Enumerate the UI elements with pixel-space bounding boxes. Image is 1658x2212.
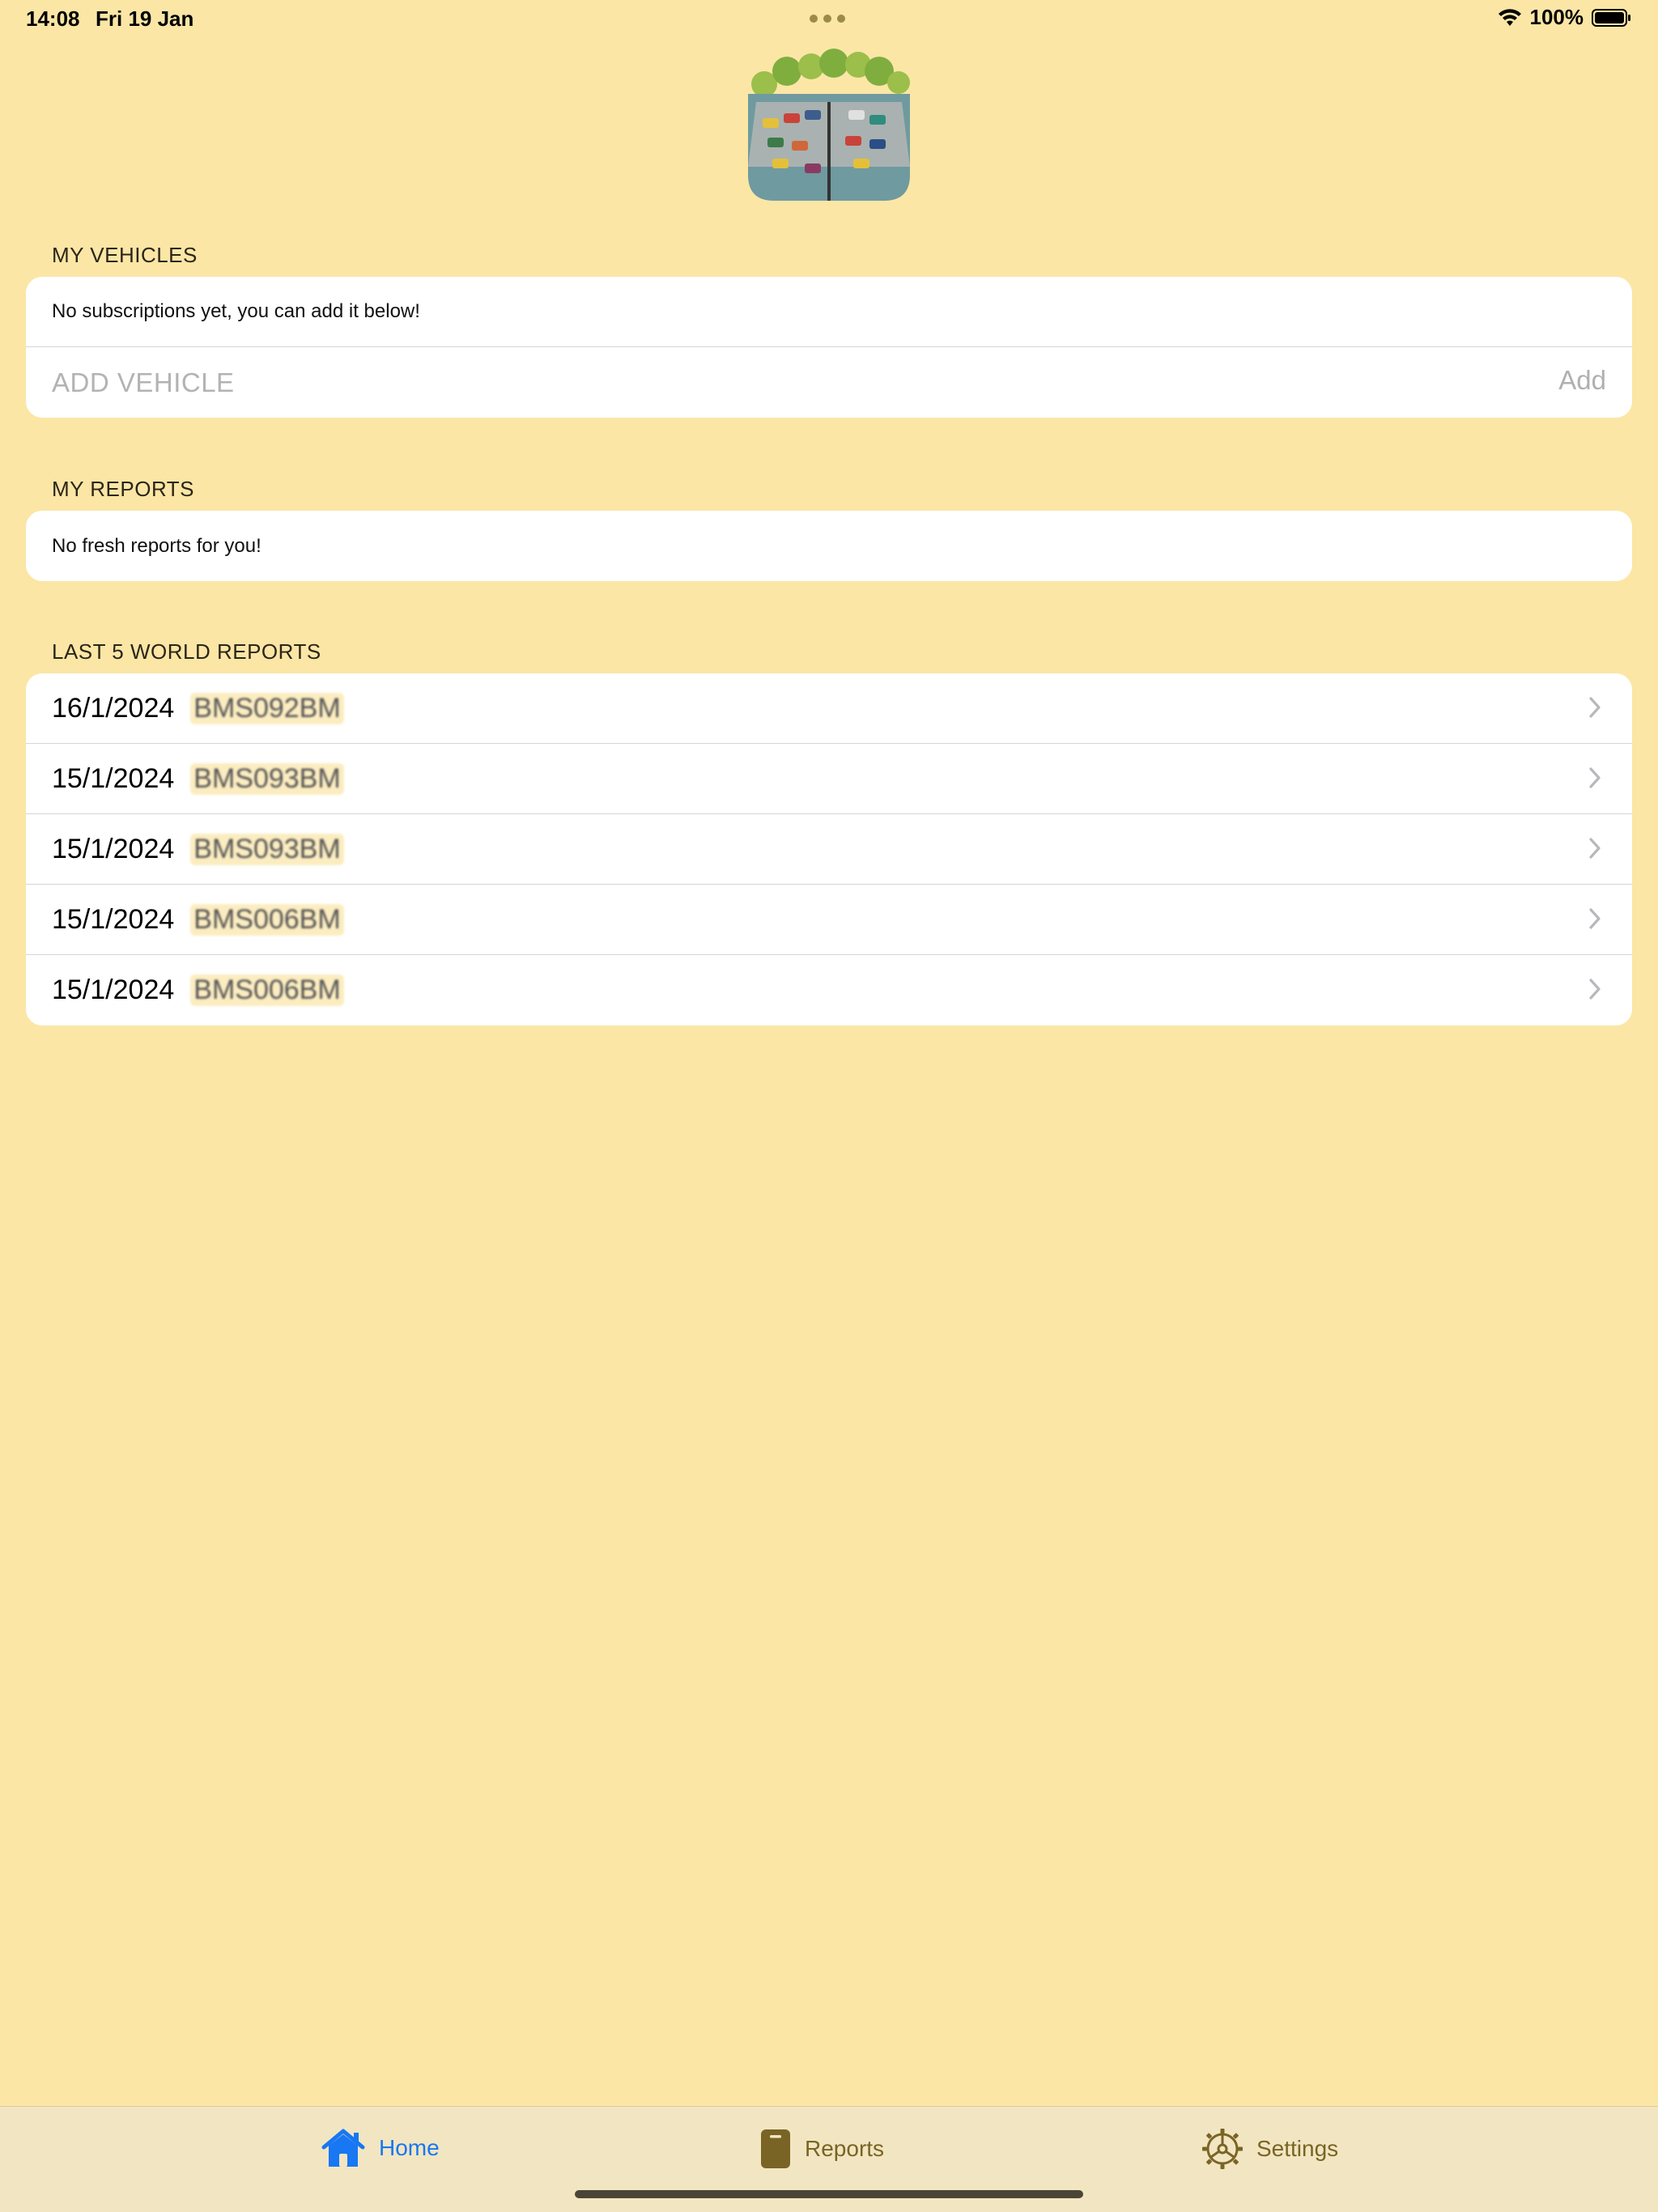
clipboard-icon <box>759 2128 792 2170</box>
reports-empty-message: No fresh reports for you! <box>52 534 261 557</box>
tab-reports-label: Reports <box>805 2136 885 2161</box>
tab-home-label: Home <box>379 2135 440 2160</box>
multitasking-dots-icon[interactable] <box>810 15 845 23</box>
report-date: 15/1/2024 <box>52 833 175 864</box>
status-date: Fri 19 Jan <box>96 6 194 31</box>
battery-percentage: 100% <box>1529 5 1584 29</box>
report-plate: BMS006BM <box>190 903 344 936</box>
battery-icon <box>1592 8 1632 28</box>
gear-icon <box>1201 2128 1244 2170</box>
tab-reports[interactable]: Reports <box>759 2128 884 2170</box>
add-vehicle-input[interactable]: ADD VEHICLE <box>52 367 235 398</box>
world-reports-header: LAST 5 WORLD REPORTS <box>52 639 321 664</box>
report-date: 15/1/2024 <box>52 903 175 935</box>
status-time: 14:08 <box>26 6 80 31</box>
report-plate: BMS092BM <box>190 692 344 724</box>
world-report-row[interactable]: 15/1/2024 BMS093BM <box>26 814 1632 885</box>
report-date: 16/1/2024 <box>52 692 175 724</box>
my-vehicles-card: No subscriptions yet, you can add it bel… <box>26 277 1632 418</box>
chevron-right-icon <box>1588 696 1601 723</box>
my-vehicles-header: MY VEHICLES <box>52 243 198 267</box>
my-reports-header: MY REPORTS <box>52 477 194 501</box>
chevron-right-icon <box>1588 978 1601 1004</box>
vehicles-empty-message: No subscriptions yet, you can add it bel… <box>52 300 420 322</box>
report-plate: BMS093BM <box>190 762 344 795</box>
report-date: 15/1/2024 <box>52 974 175 1005</box>
house-icon <box>321 2128 366 2168</box>
chevron-right-icon <box>1588 907 1601 934</box>
world-reports-card: 16/1/2024 BMS092BM 15/1/2024 BMS093BM 15… <box>26 673 1632 1025</box>
status-bar: 14:08 Fri 19 Jan 100% <box>0 0 1658 39</box>
chevron-right-icon <box>1588 837 1601 864</box>
reports-empty-row: No fresh reports for you! <box>26 511 1632 581</box>
add-vehicle-button[interactable]: Add <box>1558 365 1606 396</box>
app-logo <box>748 45 910 201</box>
report-plate: BMS006BM <box>190 974 344 1006</box>
world-report-row[interactable]: 15/1/2024 BMS093BM <box>26 744 1632 814</box>
world-report-row[interactable]: 16/1/2024 BMS092BM <box>26 673 1632 744</box>
home-indicator[interactable] <box>575 2190 1083 2198</box>
chevron-right-icon <box>1588 766 1601 793</box>
world-report-row[interactable]: 15/1/2024 BMS006BM <box>26 885 1632 955</box>
tab-settings[interactable]: Settings <box>1201 2128 1338 2170</box>
report-plate: BMS093BM <box>190 833 344 865</box>
my-reports-card: No fresh reports for you! <box>26 511 1632 581</box>
report-date: 15/1/2024 <box>52 762 175 794</box>
world-report-row[interactable]: 15/1/2024 BMS006BM <box>26 955 1632 1025</box>
tab-home[interactable]: Home <box>321 2128 440 2168</box>
tab-settings-label: Settings <box>1256 2136 1339 2161</box>
vehicles-empty-row: No subscriptions yet, you can add it bel… <box>26 277 1632 347</box>
wifi-icon <box>1498 8 1522 28</box>
add-vehicle-row: ADD VEHICLE Add <box>26 347 1632 418</box>
status-indicators: 100% <box>1498 5 1633 30</box>
